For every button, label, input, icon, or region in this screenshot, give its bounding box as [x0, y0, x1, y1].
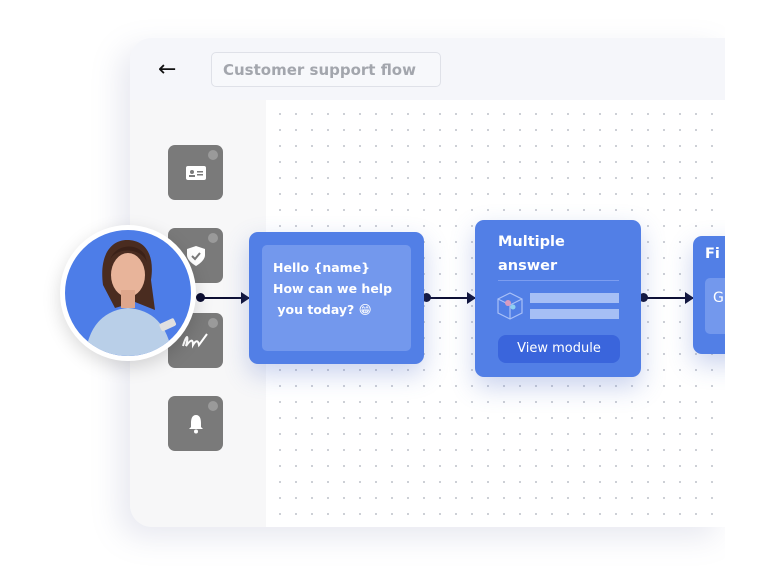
message-line: Hello {name} [273, 260, 371, 275]
message-bubble: Hello {name} How can we help you today? … [262, 245, 411, 351]
clip-mask [725, 0, 765, 567]
cube-icon [497, 292, 523, 320]
node-title: Multiple [498, 234, 565, 250]
arrow-left-icon[interactable]: ← [158, 58, 176, 82]
flow-title-input[interactable]: Customer support flow [211, 52, 441, 87]
header: ← Customer support flow [130, 38, 725, 100]
connector-arrow [196, 292, 250, 304]
sidebar-item-id-card[interactable] [168, 145, 223, 200]
id-card-icon [185, 165, 206, 180]
info-icon [208, 318, 218, 328]
view-module-button[interactable]: View module [498, 335, 620, 363]
info-icon [208, 401, 218, 411]
placeholder-bar [530, 293, 619, 303]
person-photo [85, 240, 177, 356]
message-node[interactable]: Hello {name} How can we help you today? … [249, 232, 424, 364]
message-line: you today? 😁 [273, 302, 372, 317]
message-line: How can we help [273, 281, 393, 296]
node-title: Fi [705, 246, 720, 262]
sidebar-item-bell[interactable] [168, 396, 223, 451]
info-icon [208, 150, 218, 160]
info-icon [208, 233, 218, 243]
signature-icon [181, 332, 208, 349]
bell-icon [188, 414, 203, 433]
connector-arrow [639, 292, 694, 304]
avatar [60, 225, 196, 361]
node-title: answer [498, 258, 558, 274]
divider [498, 280, 619, 281]
connector-arrow [422, 292, 476, 304]
placeholder-bar [530, 309, 619, 319]
multiple-answer-node[interactable]: Multiple answer View module [475, 220, 641, 377]
